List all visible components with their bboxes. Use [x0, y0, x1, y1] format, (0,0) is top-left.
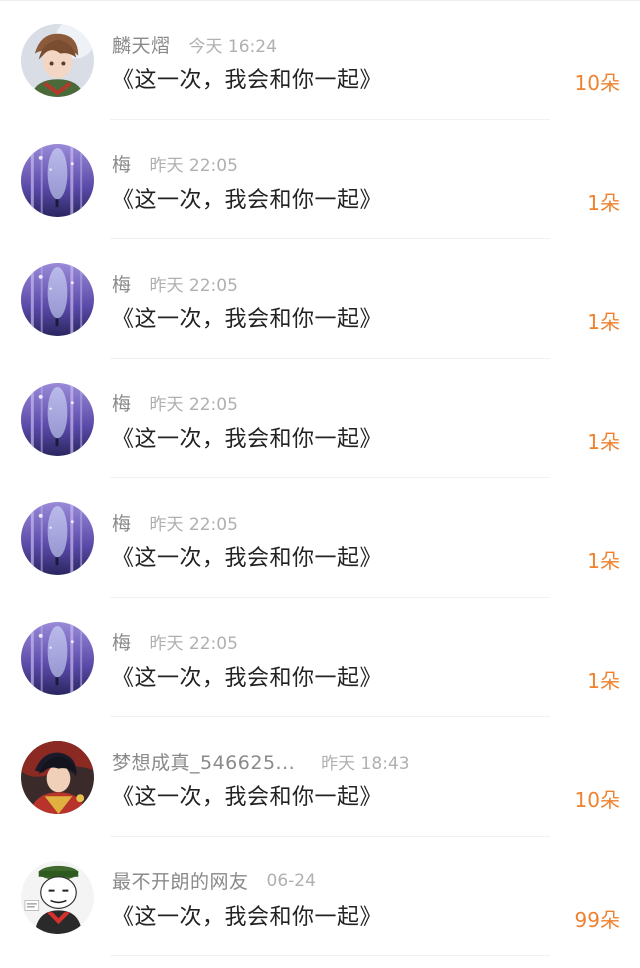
avatar[interactable]	[21, 741, 94, 814]
timestamp: 昨天 22:05	[149, 395, 238, 415]
gift-count: 10朵	[574, 788, 620, 812]
timestamp: 昨天 22:05	[149, 514, 238, 535]
list-item[interactable]: 梅 昨天 22:05 《这一次，我会和你一起》 1朵	[0, 359, 640, 478]
timestamp: 昨天 22:05	[149, 275, 238, 296]
item-meta: 麟天熠 今天 16:24	[112, 31, 277, 57]
forest-avatar-image	[21, 621, 94, 695]
forest-avatar-image	[21, 263, 94, 336]
gift-count: 10朵	[574, 71, 620, 95]
user-name[interactable]: 麟天熠	[112, 31, 171, 58]
timestamp: 今天 16:24	[188, 36, 277, 57]
anime-boy-avatar-image	[21, 24, 94, 97]
row-divider	[110, 955, 550, 956]
avatar[interactable]	[21, 621, 94, 695]
book-title: 《这一次，我会和你一起》	[112, 68, 383, 93]
timestamp: 昨天 18:43	[321, 753, 410, 774]
book-title: 《这一次，我会和你一起》	[112, 307, 383, 332]
list-item[interactable]: 梅 昨天 22:05 《这一次，我会和你一起》 1朵	[0, 239, 640, 359]
user-name[interactable]: 梅	[112, 389, 132, 416]
forest-avatar-image	[21, 502, 94, 575]
avatar[interactable]	[21, 143, 94, 217]
gift-count: 1朵	[587, 549, 620, 573]
meme-face-avatar-image	[21, 860, 94, 934]
item-meta: 梅 昨天 22:05	[112, 390, 238, 416]
user-name[interactable]: 梅	[112, 270, 132, 297]
forest-avatar-image	[21, 143, 94, 217]
avatar[interactable]	[21, 263, 94, 336]
list-item[interactable]: 梅 昨天 22:05 《这一次，我会和你一起》 1朵	[0, 478, 640, 598]
forest-avatar-image	[21, 382, 94, 456]
user-name[interactable]: 梅	[112, 150, 132, 177]
gift-count: 1朵	[587, 668, 620, 693]
book-title: 《这一次，我会和你一起》	[112, 665, 383, 691]
anime-warrior-avatar-image	[21, 741, 94, 814]
gift-record-list: 麟天熠 今天 16:24 《这一次，我会和你一起》 10朵 梅 昨天 22:05…	[0, 0, 640, 956]
book-title: 《这一次，我会和你一起》	[112, 546, 383, 571]
list-item[interactable]: 麟天熠 今天 16:24 《这一次，我会和你一起》 10朵	[0, 0, 640, 120]
list-item[interactable]: 梅 昨天 22:05 《这一次，我会和你一起》 1朵	[0, 598, 640, 717]
avatar[interactable]	[21, 860, 94, 934]
book-title: 《这一次，我会和你一起》	[112, 904, 383, 930]
gift-count: 1朵	[587, 429, 620, 454]
item-meta: 梅 昨天 22:05	[112, 270, 238, 296]
item-meta: 梅 昨天 22:05	[112, 151, 238, 177]
gift-count: 1朵	[587, 190, 620, 215]
book-title: 《这一次，我会和你一起》	[112, 187, 383, 213]
timestamp: 昨天 22:05	[149, 156, 238, 176]
timestamp: 06-24	[266, 870, 316, 891]
list-item[interactable]: 梅 昨天 22:05 《这一次，我会和你一起》 1朵	[0, 120, 640, 239]
user-name[interactable]: 梦想成真_546625...	[112, 748, 295, 775]
avatar[interactable]	[21, 382, 94, 456]
list-item[interactable]: 梦想成真_546625... 昨天 18:43 《这一次，我会和你一起》 10朵	[0, 717, 640, 837]
book-title: 《这一次，我会和你一起》	[112, 785, 383, 810]
item-meta: 梅 昨天 22:05	[112, 509, 238, 535]
timestamp: 昨天 22:05	[149, 634, 238, 654]
list-item[interactable]: 最不开朗的网友 06-24 《这一次，我会和你一起》 99朵	[0, 837, 640, 956]
item-meta: 梦想成真_546625... 昨天 18:43	[112, 748, 410, 774]
user-name[interactable]: 梅	[112, 509, 132, 536]
book-title: 《这一次，我会和你一起》	[112, 426, 383, 452]
user-name[interactable]: 梅	[112, 628, 132, 655]
avatar[interactable]	[21, 24, 94, 97]
gift-count: 1朵	[587, 310, 620, 334]
item-meta: 最不开朗的网友 06-24	[112, 868, 316, 894]
user-name[interactable]: 最不开朗的网友	[112, 867, 249, 894]
gift-count: 99朵	[574, 907, 620, 932]
item-meta: 梅 昨天 22:05	[112, 629, 238, 655]
avatar[interactable]	[21, 502, 94, 575]
